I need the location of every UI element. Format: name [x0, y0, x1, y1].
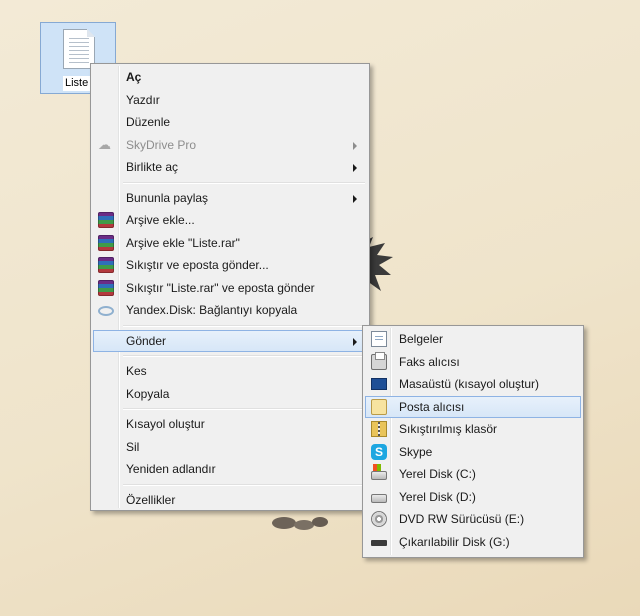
menu-item-label: Özellikler [126, 492, 176, 507]
menu-separator [123, 324, 365, 327]
context-menu-item-ac[interactable]: Aç [93, 66, 367, 89]
yandex-disk-icon [98, 306, 114, 316]
menu-item-label: Belgeler [399, 332, 444, 346]
documents-icon [371, 331, 387, 347]
winrar-icon [98, 212, 114, 228]
menu-item-label: Yandex.Disk: Bağlantıyı kopyala [126, 303, 298, 317]
sendto-submenu: Belgeler Faks alıcısı Masaüstü (kısayol ol… [362, 325, 584, 558]
context-menu-item-kisayol-olustur[interactable]: Kısayol oluştur [93, 413, 367, 436]
menu-item-label: Arşive ekle... [126, 213, 195, 227]
desktop-icon [371, 378, 387, 390]
menu-separator [123, 483, 365, 486]
menu-item-label: Yeniden adlandır [126, 462, 216, 476]
winrar-icon [98, 234, 114, 251]
menu-item-label: Aç [126, 70, 142, 84]
context-menu-item-arsive-ekle-liste-rar[interactable]: Arşive ekle "Liste.rar" [93, 232, 367, 255]
sendto-item-masaustu-kisayol-olustur[interactable]: Masaüstü (kısayol oluştur) [365, 373, 581, 396]
submenu-arrow-icon [353, 337, 357, 346]
mail-icon [371, 398, 387, 415]
sendto-item-dvd-rw-surucusu-e[interactable]: DVD RW Sürücüsü (E:) [365, 508, 581, 531]
menu-item-label: DVD RW Sürücüsü (E:) [399, 512, 525, 526]
sendto-item-sikistirilmis-klasor[interactable]: Sıkıştırılmış klasör [365, 418, 581, 441]
menu-item-label: SkyDrive Pro [126, 137, 197, 152]
context-menu-item-yeniden-adlandir[interactable]: Yeniden adlandır [93, 458, 367, 481]
removable-drive-icon [371, 539, 387, 546]
sendto-item-belgeler[interactable]: Belgeler [365, 328, 581, 351]
winrar-icon [98, 279, 114, 296]
sendto-item-faks-alicisi[interactable]: Faks alıcısı [365, 351, 581, 374]
system-drive-icon [371, 464, 387, 480]
submenu-arrow-icon [353, 164, 357, 172]
zip-folder-icon [371, 421, 387, 437]
menu-separator [123, 355, 365, 357]
context-menu-item-birlikte-ac[interactable]: Birlikte aç [93, 156, 367, 179]
menu-item-label: Faks alıcısı [399, 354, 460, 369]
menu-item-label: Bununla paylaş [126, 190, 209, 205]
menu-item-label: Yerel Disk (C:) [399, 467, 476, 481]
submenu-arrow-icon [353, 194, 357, 203]
context-menu: Aç Yazdır Düzenle ☁ SkyDrive Pro Birlikte aç B… [90, 63, 370, 511]
menu-item-label: Yerel Disk (D:) [399, 489, 476, 504]
sendto-item-skype[interactable]: S Skype [365, 441, 581, 464]
context-menu-item-arsive-ekle[interactable]: Arşive ekle... [93, 209, 367, 232]
sendto-item-cikarilabilir-disk-g[interactable]: Çıkarılabilir Disk (G:) [365, 531, 581, 554]
menu-item-label: Masaüstü (kısayol oluştur) [399, 377, 540, 391]
context-menu-item-gonder[interactable]: Gönder [93, 329, 367, 352]
sendto-item-yerel-disk-d[interactable]: Yerel Disk (D:) [365, 486, 581, 509]
context-menu-item-sikistir-ve-eposta-gonder[interactable]: Sıkıştır ve eposta gönder... [93, 254, 367, 277]
skype-icon: S [371, 443, 387, 460]
menu-item-label: Kes [126, 364, 147, 378]
menu-item-label: Gönder [126, 333, 167, 348]
menu-item-label: Skype [399, 444, 433, 459]
drive-icon [371, 493, 387, 503]
context-menu-item-sil[interactable]: Sil [93, 436, 367, 459]
fax-icon [371, 351, 387, 370]
sendto-item-yerel-disk-c[interactable]: Yerel Disk (C:) [365, 463, 581, 486]
context-menu-item-kes[interactable]: Kes [93, 360, 367, 383]
menu-item-label: Posta alıcısı [399, 399, 465, 414]
menu-item-label: Birlikte aç [126, 160, 179, 174]
menu-item-label: Sıkıştır ve eposta gönder... [126, 258, 269, 272]
menu-item-label: Sıkıştırılmış klasör [399, 422, 498, 436]
dvd-drive-icon [371, 511, 387, 527]
context-menu-item-sikistir-liste-rar-ve-eposta-gonder[interactable]: Sıkıştır "Liste.rar" ve eposta gönder [93, 277, 367, 300]
winrar-icon [98, 257, 114, 273]
menu-separator [123, 181, 365, 184]
menu-separator [123, 408, 365, 410]
submenu-arrow-icon [353, 141, 357, 150]
sendto-item-posta-alicisi[interactable]: Posta alıcısı [365, 395, 581, 418]
context-menu-item-yandex-disk-baglantiyi-kopyala[interactable]: Yandex.Disk: Bağlantıyı kopyala [93, 299, 367, 322]
menu-item-label: Sıkıştır "Liste.rar" ve eposta gönder [126, 280, 315, 295]
context-menu-item-yazdir[interactable]: Yazdır [93, 89, 367, 112]
menu-item-label: Kopyala [126, 386, 170, 401]
cloud-icon: ☁ [98, 136, 111, 152]
context-menu-item-skydrive-pro: ☁ SkyDrive Pro [93, 134, 367, 157]
menu-item-label: Yazdır [126, 92, 160, 107]
menu-item-label: Arşive ekle "Liste.rar" [126, 235, 240, 250]
context-menu-item-bununla-paylas[interactable]: Bununla paylaş [93, 187, 367, 210]
file-name-label: Liste [63, 76, 91, 91]
context-menu-item-ozellikler[interactable]: Özellikler [93, 489, 367, 512]
menu-item-label: Sil [126, 439, 140, 454]
menu-item-label: Çıkarılabilir Disk (G:) [399, 534, 510, 549]
menu-item-label: Kısayol oluştur [126, 417, 205, 431]
menu-item-label: Düzenle [126, 115, 171, 129]
context-menu-item-kopyala[interactable]: Kopyala [93, 383, 367, 406]
context-menu-item-duzenle[interactable]: Düzenle [93, 111, 367, 134]
